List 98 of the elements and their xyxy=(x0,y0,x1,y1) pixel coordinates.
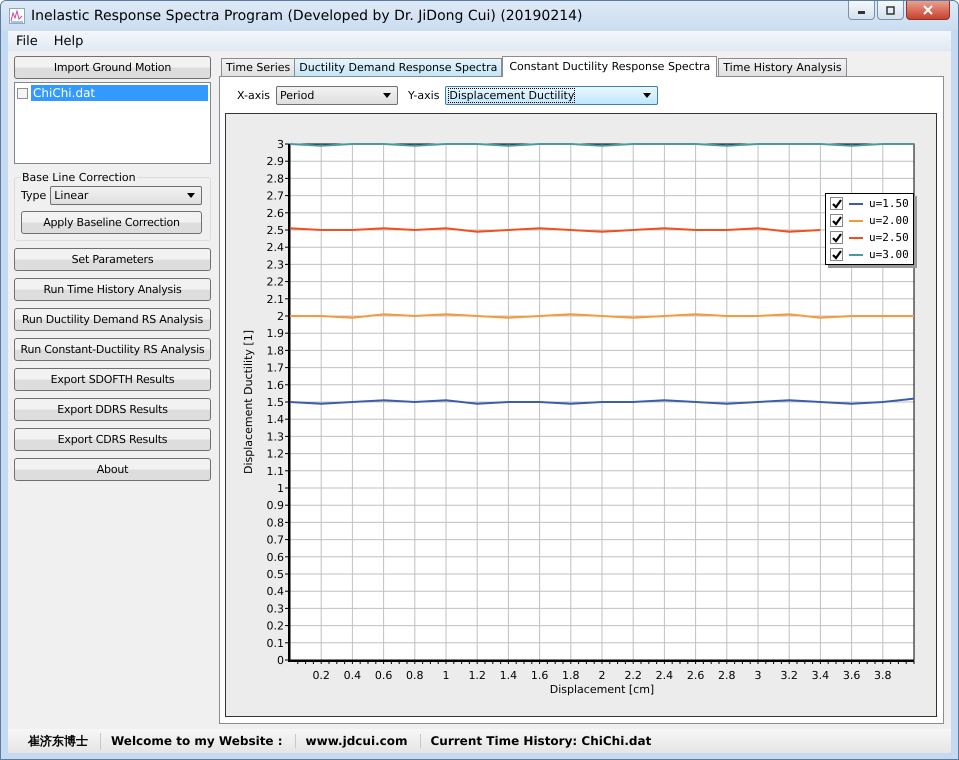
x-tick-label: 3.8 xyxy=(874,669,892,682)
x-tick-label: 3 xyxy=(754,669,762,682)
axis-dropdown[interactable]: Period xyxy=(276,86,398,105)
y-tick-label: 2 xyxy=(277,310,284,323)
y-tick-label: 1.7 xyxy=(266,362,284,375)
y-tick-label: 2.9 xyxy=(266,155,284,168)
close-icon xyxy=(923,5,933,15)
action-button[interactable]: Run Ductility Demand RS Analysis xyxy=(14,308,211,331)
checkbox[interactable] xyxy=(830,231,843,244)
x-tick-label: 3.2 xyxy=(780,669,798,682)
y-tick-label: 1.6 xyxy=(266,378,284,392)
axis-label: Y-axis xyxy=(408,89,440,102)
y-tick-label: 0.3 xyxy=(266,602,284,616)
x-tick-label: 2 xyxy=(598,669,606,682)
action-button[interactable]: Run Time History Analysis xyxy=(14,278,211,301)
y-tick-label: 0.2 xyxy=(266,620,284,633)
tab[interactable]: Time History Analysis xyxy=(718,58,847,76)
y-tick-label: 1 xyxy=(277,482,284,495)
status-text: 崔济东博士 xyxy=(18,732,101,750)
x-tick-label: 1.8 xyxy=(562,669,580,682)
y-axis-title: Displacement Ductility [1] xyxy=(242,330,255,474)
legend-label: u=1.50 xyxy=(869,197,909,210)
y-tick-label: 3 xyxy=(277,138,284,151)
y-tick-label: 0.4 xyxy=(266,585,284,598)
y-tick-label: 1.9 xyxy=(266,327,284,340)
action-button[interactable]: Export DDRS Results xyxy=(14,398,211,421)
y-tick-label: 2.7 xyxy=(266,190,284,203)
y-tick-label: 1.3 xyxy=(266,430,284,444)
caret-icon xyxy=(383,93,391,98)
status-text: www.jdcui.com xyxy=(296,734,420,748)
chart-icon xyxy=(9,8,25,24)
tab[interactable]: Constant Ductility Response Spectra xyxy=(502,56,718,77)
legend-label: u=2.00 xyxy=(869,214,909,227)
action-button[interactable]: Export SDOFTH Results xyxy=(14,368,211,391)
x-tick-label: 1.4 xyxy=(500,669,518,682)
legend-label: u=2.50 xyxy=(869,231,909,244)
checkbox[interactable] xyxy=(830,197,843,210)
maximize-button[interactable] xyxy=(877,1,904,20)
y-tick-label: 1.5 xyxy=(266,396,284,409)
y-tick-label: 0.1 xyxy=(266,636,284,650)
y-tick-label: 0.8 xyxy=(266,516,284,530)
axis-label: X-axis xyxy=(237,89,270,102)
x-axis-title: Displacement [cm] xyxy=(550,683,654,696)
x-tick-label: 3.6 xyxy=(842,669,860,682)
checkbox[interactable] xyxy=(17,88,28,98)
action-button[interactable]: Set Parameters xyxy=(14,248,211,271)
x-tick-label: 2.8 xyxy=(718,669,736,682)
apply-button[interactable]: Apply Baseline Correction xyxy=(21,211,202,234)
y-tick-label: 2.1 xyxy=(266,292,284,306)
x-tick-label: 0.6 xyxy=(374,669,392,682)
y-tick-label: 0.9 xyxy=(266,499,284,512)
y-tick-label: 0 xyxy=(277,654,284,667)
x-tick-label: 2.4 xyxy=(656,669,674,682)
group-title: Base Line Correction xyxy=(21,171,137,184)
caret-icon xyxy=(187,193,195,198)
import-button[interactable]: Import Ground Motion xyxy=(14,56,211,79)
y-tick-label: 1.4 xyxy=(266,413,284,426)
legend-label: u=3.00 xyxy=(869,248,909,261)
minimize-button[interactable] xyxy=(848,1,875,20)
y-tick-label: 1.2 xyxy=(266,448,284,461)
maximize-icon xyxy=(886,6,895,14)
x-tick-label: 0.2 xyxy=(312,669,330,682)
x-tick-label: 0.4 xyxy=(344,669,362,682)
close-button[interactable] xyxy=(906,1,950,20)
menu-item[interactable]: Help xyxy=(46,34,92,48)
y-tick-label: 1.1 xyxy=(266,464,284,478)
x-tick-label: 1.2 xyxy=(468,669,486,682)
status-text: Welcome to my Website : xyxy=(101,734,296,748)
window-title: Inelastic Response Spectra Program (Developed by Dr. JiDong Cui) (20190214) xyxy=(31,8,584,24)
action-button[interactable]: Export CDRS Results xyxy=(14,428,211,451)
y-tick-label: 0.5 xyxy=(266,568,284,581)
x-tick-label: 0.8 xyxy=(406,669,424,682)
y-tick-label: 2.4 xyxy=(266,241,284,254)
x-tick-label: 3.4 xyxy=(812,669,830,682)
tab[interactable]: Time Series xyxy=(221,58,296,76)
y-tick-label: 2.5 xyxy=(266,224,284,237)
axis-dropdown[interactable]: Displacement Ductility xyxy=(445,86,658,105)
y-tick-label: 2.8 xyxy=(266,172,284,186)
type-label: Type xyxy=(21,189,46,202)
x-tick-label: 1 xyxy=(442,669,450,682)
caret-icon xyxy=(643,93,652,98)
action-button[interactable]: Run Constant-Ductility RS Analysis xyxy=(14,338,211,361)
y-tick-label: 1.8 xyxy=(266,344,284,358)
tab[interactable]: Ductility Demand Response Spectra xyxy=(294,58,502,76)
x-tick-label: 2.2 xyxy=(624,669,642,682)
checkbox[interactable] xyxy=(830,214,843,227)
y-tick-label: 0.6 xyxy=(266,550,284,564)
y-tick-label: 0.7 xyxy=(266,534,284,547)
status-text: Current Time History: ChiChi.dat xyxy=(430,734,652,748)
x-tick-label: 2.6 xyxy=(686,669,704,682)
menu-item[interactable]: File xyxy=(8,34,46,48)
y-tick-label: 2.6 xyxy=(266,206,284,220)
checkbox[interactable] xyxy=(830,248,843,261)
type-dropdown[interactable]: Linear xyxy=(50,186,202,205)
y-tick-label: 2.3 xyxy=(266,258,284,272)
y-tick-label: 2.2 xyxy=(266,276,284,289)
action-button[interactable]: About xyxy=(14,458,211,481)
x-tick-label: 1.6 xyxy=(530,669,548,682)
